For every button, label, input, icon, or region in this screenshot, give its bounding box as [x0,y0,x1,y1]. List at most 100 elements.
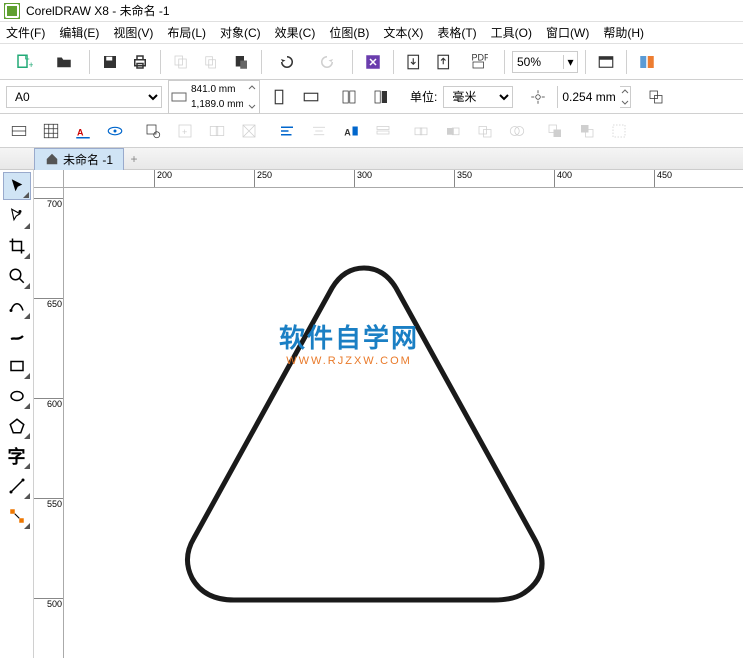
polygon-tool[interactable] [3,412,31,440]
spinner-icon[interactable] [247,83,257,111]
shape-tool[interactable] [3,202,31,230]
separator [89,50,90,74]
save-button[interactable] [97,49,123,75]
document-tab[interactable]: 未命名 -1 [34,148,124,170]
spinner-icon[interactable] [620,87,630,107]
front-minus-back-button[interactable] [542,118,568,144]
landscape-button[interactable] [298,84,324,110]
view-button[interactable] [102,118,128,144]
redo-button[interactable] [309,49,345,75]
separator [160,50,161,74]
menu-layout[interactable]: 布局(L) [167,24,206,41]
paper-size-select[interactable]: A0 [6,86,162,108]
boundary-button[interactable] [606,118,632,144]
break-button[interactable] [236,118,262,144]
text-tool[interactable]: 字 [3,442,31,470]
publish-pdf-button[interactable]: PDF [461,49,497,75]
svg-text:A: A [344,127,351,137]
separator [504,50,505,74]
units-select[interactable]: 毫米 [443,86,513,108]
zoom-level-combo[interactable]: ▾ [512,51,578,73]
weld-button[interactable] [408,118,434,144]
crop-tool[interactable] [3,232,31,260]
trim-button[interactable] [440,118,466,144]
zoom-input[interactable] [513,55,563,69]
page-width-input[interactable] [187,82,247,96]
menu-edit[interactable]: 编辑(E) [59,24,99,41]
ruler-tick: 550 [34,498,64,509]
ruler-horizontal[interactable]: 200 250 300 350 400 450 500 [64,170,743,188]
pick-tool[interactable] [3,172,31,200]
workspace: 字 200 250 300 350 400 450 500 700 650 60… [0,170,743,658]
separator [261,50,262,74]
align-button[interactable]: + [172,118,198,144]
menu-window[interactable]: 窗口(W) [546,24,589,41]
paste-button[interactable] [228,49,254,75]
simplify-button[interactable] [504,118,530,144]
new-button[interactable]: + [6,49,42,75]
open-button[interactable] [46,49,82,75]
ruler-corner[interactable] [34,170,64,188]
full-screen-button[interactable] [593,49,619,75]
grid-button[interactable] [38,118,64,144]
units-label: 单位: [410,88,437,105]
options-button[interactable] [634,49,660,75]
separator [585,50,586,74]
separator [626,50,627,74]
snap-pixels-button[interactable] [6,118,32,144]
export-button[interactable] [431,49,457,75]
copy-button[interactable] [198,49,224,75]
nudge-distance[interactable] [557,86,631,108]
text-effects-button[interactable]: A [338,118,364,144]
freehand-tool[interactable] [3,292,31,320]
parallel-dimension-tool[interactable] [3,472,31,500]
property-bar: A0 单位: 毫米 [0,80,743,114]
chevron-down-icon[interactable]: ▾ [563,55,577,69]
duplicate-distance-button[interactable] [643,84,669,110]
cut-button[interactable] [168,49,194,75]
menu-table[interactable]: 表格(T) [437,24,476,41]
connector-tool[interactable] [3,502,31,530]
ruler-vertical[interactable]: 700 650 600 550 500 [34,188,64,658]
menu-help[interactable]: 帮助(H) [603,24,644,41]
portrait-button[interactable] [266,84,292,110]
page-height-input[interactable] [187,97,247,111]
import-button[interactable] [401,49,427,75]
drawing-canvas[interactable]: 软件自学网 WWW.RJZXW.COM [64,188,743,658]
add-tab-button[interactable]: + [124,149,144,169]
nudge-icon [525,84,551,110]
ruler-tick: 700 [34,198,64,209]
search-content-button[interactable] [360,49,386,75]
ruler-tick: 500 [34,598,64,609]
menu-file[interactable]: 文件(F) [6,24,45,41]
text-format-button[interactable]: A [70,118,96,144]
print-button[interactable] [127,49,153,75]
align-left-button[interactable] [274,118,300,144]
menu-effects[interactable]: 效果(C) [275,24,316,41]
rounded-triangle-shape[interactable] [164,248,564,628]
ellipse-tool[interactable] [3,382,31,410]
menu-bitmap[interactable]: 位图(B) [329,24,369,41]
menu-tools[interactable]: 工具(O) [491,24,532,41]
back-minus-front-button[interactable] [574,118,600,144]
property-bar-2: A + A [0,114,743,148]
menu-text[interactable]: 文本(X) [383,24,423,41]
rectangle-tool[interactable] [3,352,31,380]
page-dimensions[interactable] [168,80,260,114]
ruler-tick: 300 [354,170,372,188]
nudge-input[interactable] [558,86,620,108]
intersect-button[interactable] [472,118,498,144]
zoom-tool[interactable] [3,262,31,290]
layers-button[interactable] [370,118,396,144]
svg-text:+: + [182,126,187,136]
undo-button[interactable] [269,49,305,75]
all-pages-button[interactable] [336,84,362,110]
current-page-button[interactable] [368,84,394,110]
combine-button[interactable] [204,118,230,144]
artistic-media-tool[interactable] [3,322,31,350]
object-props-button[interactable] [140,118,166,144]
align-center-button[interactable] [306,118,332,144]
menu-view[interactable]: 视图(V) [113,24,153,41]
menu-object[interactable]: 对象(C) [220,24,261,41]
watermark-text: 软件自学网 [279,318,419,355]
